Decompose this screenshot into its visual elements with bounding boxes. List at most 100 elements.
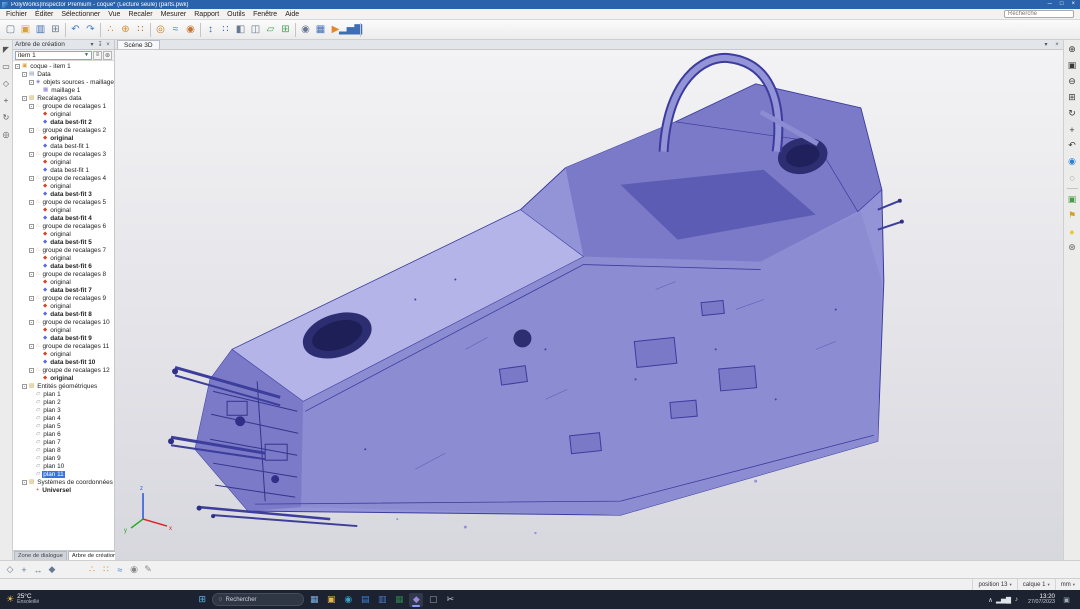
tree-expander[interactable]: - (29, 80, 34, 85)
select-rectangle-icon[interactable]: ▭ (1, 61, 12, 72)
align-datum-icon[interactable]: ⊕ (118, 22, 133, 37)
tree-item[interactable]: -∴groupe de recalages 5 (13, 198, 114, 206)
tree-item[interactable]: -▧Entités géométriques (13, 382, 114, 390)
tree-item[interactable]: ◆original (13, 134, 114, 142)
hidden-icons-icon[interactable]: ∧ (986, 594, 995, 606)
tree-expander[interactable]: - (29, 320, 34, 325)
chevron-down-icon[interactable]: ▾ (1042, 41, 1050, 49)
maximize-button[interactable]: □ (1060, 0, 1064, 9)
undo-icon[interactable]: ↶ (68, 22, 83, 37)
outlook-mail-icon[interactable]: ▤ (358, 593, 372, 607)
probe-device-icon[interactable]: ◎ (153, 22, 168, 37)
previous-view-icon[interactable]: ↶ (1066, 139, 1079, 152)
rotate-view-icon[interactable]: ↻ (1066, 107, 1079, 120)
tree-item[interactable]: ◆original (13, 254, 114, 262)
tree-item[interactable]: ◆original (13, 182, 114, 190)
hide-object-icon[interactable]: ◌ (1066, 171, 1079, 184)
chart-icon[interactable]: ▂▅▇ (343, 22, 358, 37)
light-toggle-icon[interactable]: ● (1066, 225, 1079, 238)
close-icon[interactable]: × (104, 41, 112, 49)
tree-item[interactable]: ◆original (13, 158, 114, 166)
tree-expander[interactable]: - (29, 344, 34, 349)
tree-expander[interactable]: - (15, 64, 20, 69)
edit-annotate-icon[interactable]: ✎ (141, 563, 155, 577)
tree-item[interactable]: -∴groupe de recalages 2 (13, 126, 114, 134)
tree-expander[interactable]: - (22, 72, 27, 77)
tree-expander[interactable]: - (22, 96, 27, 101)
tree-item[interactable]: ◆original (13, 206, 114, 214)
tree-item[interactable]: -▧Recalages data (13, 94, 114, 102)
tree-expander[interactable]: - (29, 272, 34, 277)
panel-tab-arbre-de-cre-ation[interactable]: Arbre de création (68, 551, 120, 560)
tree-view-mode-button[interactable]: ≡ (93, 51, 102, 60)
menu-vue[interactable]: Vue (104, 9, 124, 20)
redo-icon[interactable]: ↷ (83, 22, 98, 37)
tree-expander[interactable]: - (29, 368, 34, 373)
view-options-icon[interactable]: ⊛ (1066, 241, 1079, 254)
excel-icon[interactable]: ▦ (392, 593, 406, 607)
tree-item[interactable]: ◆original (13, 374, 114, 382)
minimize-button[interactable]: ─ (1048, 0, 1052, 9)
visibility-eye-icon[interactable]: ◉ (1066, 155, 1079, 168)
tree-expander[interactable]: - (29, 104, 34, 109)
tree-expander[interactable]: - (22, 384, 27, 389)
rotate-tool-icon[interactable]: ↻ (1, 112, 12, 123)
menu-selectionner[interactable]: Sélectionner (57, 9, 104, 20)
tree-item[interactable]: ◆data best-fit 3 (13, 190, 114, 198)
primitive-plane-icon[interactable]: ▱ (263, 22, 278, 37)
tree-item[interactable]: ◆data best-fit 1 (13, 142, 114, 150)
status-position-13[interactable]: position 13▾ (972, 579, 1016, 590)
menu-recaler[interactable]: Recaler (124, 9, 156, 20)
scene-3d-canvas[interactable]: z x y (115, 50, 1063, 560)
volume-icon[interactable]: ♪ (1012, 594, 1021, 606)
tree-item[interactable]: -◈objets sources - maillage 1 (13, 78, 114, 86)
primitive-grid-icon[interactable]: ⊞ (278, 22, 293, 37)
tree-item[interactable]: ◆data best-fit 1 (13, 166, 114, 174)
tree-item[interactable]: -∴groupe de recalages 10 (13, 318, 114, 326)
panel-tab-zone-de-dialogue[interactable]: Zone de dialogue (14, 551, 67, 560)
laser-scan-icon[interactable]: ≈ (168, 22, 183, 37)
import-data-icon[interactable]: ⊞ (48, 22, 63, 37)
weather-widget[interactable]: ☀ 25°C Ensoleillé (0, 594, 45, 606)
menu-fenetre[interactable]: Fenêtre (249, 9, 281, 20)
tree-expander[interactable]: - (29, 152, 34, 157)
menu-fichier[interactable]: Fichier (2, 9, 31, 20)
close-icon[interactable]: × (1053, 41, 1061, 49)
taskbar-clock[interactable]: 13:20 27/07/2023 (1025, 594, 1058, 606)
snapshot-camera-icon[interactable]: ◉ (298, 22, 313, 37)
tree-item[interactable]: -∴groupe de recalages 9 (13, 294, 114, 302)
snipping-tool-icon[interactable]: ✂ (443, 593, 457, 607)
notification-icon[interactable]: ▣ (1062, 594, 1071, 606)
align-group-icon[interactable]: ∴ (85, 563, 99, 577)
tree-expander[interactable]: - (29, 200, 34, 205)
tree-expander[interactable]: - (29, 296, 34, 301)
tree-item[interactable]: ◆data best-fit 8 (13, 310, 114, 318)
pin-icon[interactable]: ↧ (96, 41, 104, 49)
tree-item[interactable]: ◆data best-fit 10 (13, 358, 114, 366)
select-arrow-icon[interactable]: ◤ (1, 44, 12, 55)
tree-item[interactable]: ▱plan 7 (13, 438, 114, 446)
tree-item[interactable]: -∴groupe de recalages 11 (13, 342, 114, 350)
menu-editer[interactable]: Éditer (31, 9, 57, 20)
tree-item[interactable]: -▧Systèmes de coordonnées (13, 478, 114, 486)
open-project-icon[interactable]: ▣ (18, 22, 33, 37)
zoom-region-icon[interactable]: ▣ (1066, 59, 1079, 72)
dimension-icon[interactable]: ◫ (248, 22, 263, 37)
pick-diamond-icon[interactable]: ◇ (3, 563, 17, 577)
tree-item[interactable]: ◆data best-fit 2 (13, 118, 114, 126)
move-tool-icon[interactable]: + (1, 95, 12, 106)
tree-item[interactable]: -∴groupe de recalages 3 (13, 150, 114, 158)
tree-item[interactable]: ▦maillage 1 (13, 86, 114, 94)
tree-item[interactable]: ▱plan 3 (13, 406, 114, 414)
word-icon[interactable]: ▥ (375, 593, 389, 607)
flip-arrows-icon[interactable]: ↔ (31, 563, 45, 577)
tree-expander[interactable]: - (22, 480, 27, 485)
tree-item[interactable]: ◆original (13, 350, 114, 358)
fit-view-icon[interactable]: ⊞ (1066, 91, 1079, 104)
tree-item[interactable]: ◆original (13, 110, 114, 118)
tree-item[interactable]: ▱plan 2 (13, 398, 114, 406)
menu-search-input[interactable] (1004, 10, 1074, 18)
tree-item[interactable]: ◆original (13, 302, 114, 310)
pin-marker-icon[interactable]: ◉ (127, 563, 141, 577)
align-points-icon[interactable]: ∷ (133, 22, 148, 37)
